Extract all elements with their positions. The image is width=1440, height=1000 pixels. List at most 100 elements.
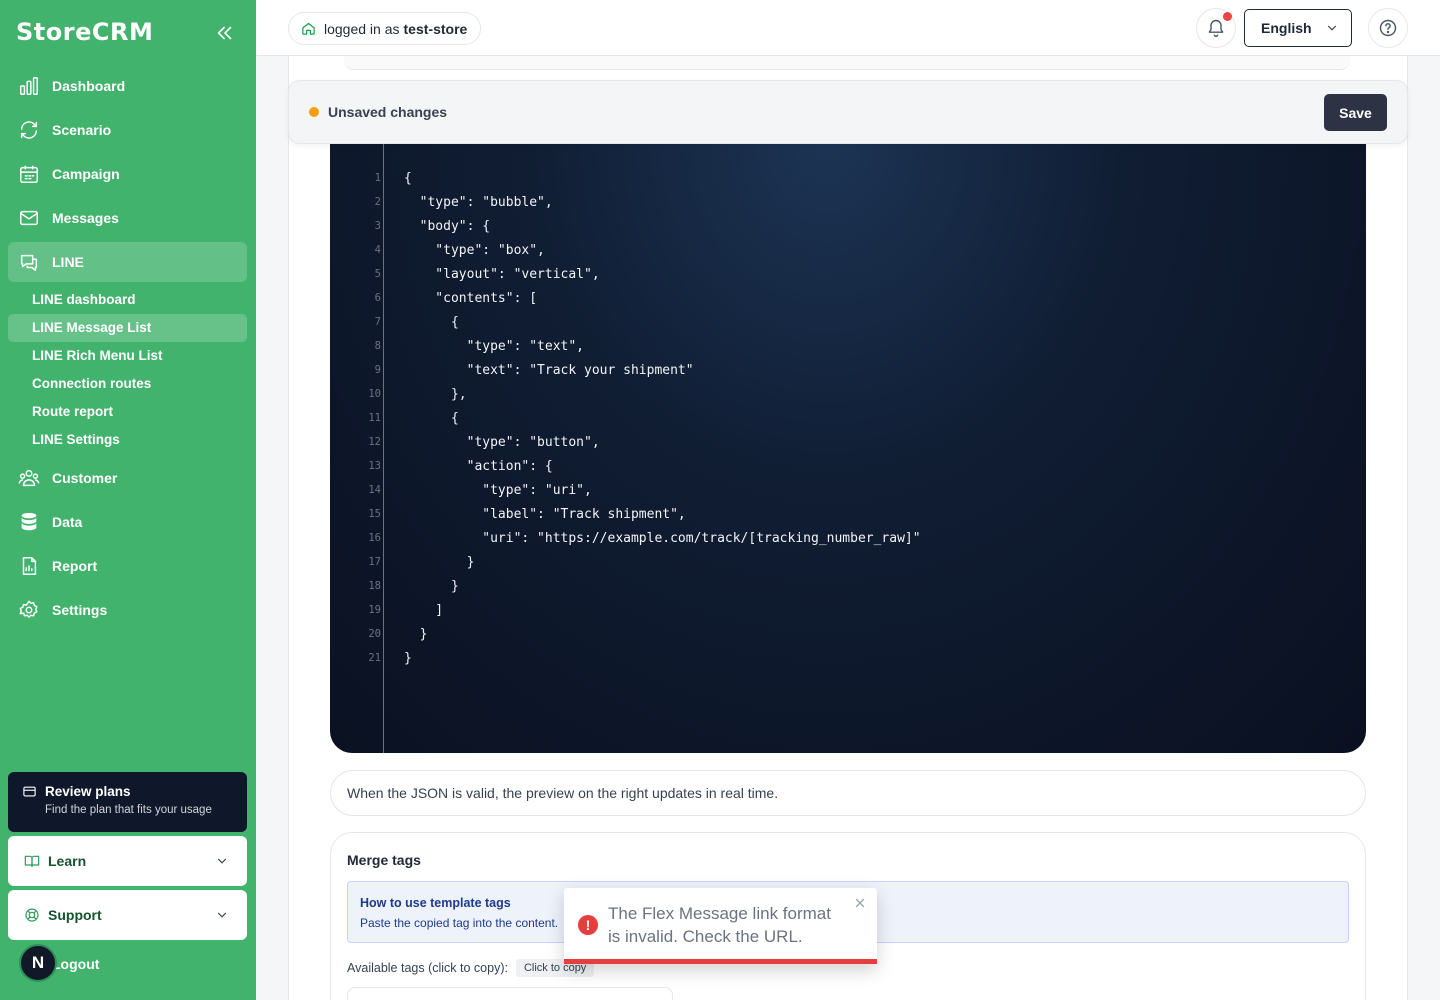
line-number: 16 [368,532,381,544]
code-line: } [404,627,428,642]
learn-accordion[interactable]: Learn [8,836,247,886]
calendar-icon [18,163,40,185]
code-line: } [404,579,459,594]
line-number: 6 [374,292,381,304]
main-nav: Dashboard Scenario Campaign Messages LIN… [8,66,247,634]
line-submenu: LINE dashboard LINE Message List LINE Ri… [8,286,247,454]
sidebar-item-line-rich-menu-list[interactable]: LINE Rich Menu List [8,342,247,370]
json-code-editor[interactable]: 1 2 3 4 5 6 7 8 9 10 11 12 13 14 15 16 17 18 19 20 21 { "typ… [330,144,1366,753]
nav-report[interactable]: Report [8,546,247,586]
code-line: "uri": "https://example.com/track/[track… [404,531,921,546]
review-plans-title: Review plans [45,784,131,799]
nav-dashboard-label: Dashboard [52,78,126,94]
chevron-down-icon [217,912,227,918]
save-button[interactable]: Save [1324,94,1387,131]
nav-messages[interactable]: Messages [8,198,247,238]
line-number: 1 [374,172,381,184]
nav-settings-label: Settings [52,602,108,618]
close-icon[interactable] [853,896,867,910]
nav-line-label: LINE [52,254,84,270]
notifications-button[interactable] [1196,8,1236,48]
sidebar-item-route-report[interactable]: Route report [8,398,247,426]
sidebar-item-connection-routes[interactable]: Connection routes [8,370,247,398]
code-line: { [404,315,459,330]
nav-line[interactable]: LINE [8,242,247,282]
sidebar-item-line-settings[interactable]: LINE Settings [8,426,247,454]
line-number: 10 [368,388,381,400]
learn-label: Learn [48,853,87,869]
code-line: }, [404,387,467,402]
unsaved-changes-bar: Unsaved changes Save [288,80,1408,144]
language-select[interactable]: English [1244,9,1352,47]
nav-customer[interactable]: Customer [8,458,247,498]
line-number: 21 [368,652,381,664]
nav-customer-label: Customer [52,470,118,486]
chevron-down-icon [217,858,227,864]
line-number: 18 [368,580,381,592]
line-number: 8 [374,340,381,352]
merge-tags-title: Merge tags [347,852,421,868]
nav-campaign-label: Campaign [52,166,120,182]
line-number: 14 [368,484,381,496]
preview-hint: When the JSON is valid, the preview on t… [330,770,1366,816]
gear-icon [18,599,40,621]
line-number: 3 [374,220,381,232]
credit-card-icon [23,786,36,797]
code-line: "action": { [404,459,553,474]
logged-in-user: test-store [403,20,468,37]
mail-icon [18,207,40,229]
unsaved-text: Unsaved changes [328,104,448,120]
help-button[interactable] [1368,8,1408,48]
avatar[interactable]: N [19,944,57,982]
line-number: 2 [374,196,381,208]
tag-field[interactable] [347,987,673,1000]
line-number: 9 [374,364,381,376]
nav-scenario[interactable]: Scenario [8,110,247,150]
code-line: "text": "Track your shipment" [404,363,694,378]
logout-link[interactable]: Logout [52,956,99,972]
error-toast-message: The Flex Message link format is invalid.… [608,904,831,946]
users-icon [18,467,40,489]
code-line: { [404,171,412,186]
error-toast: ! The Flex Message link format is invali… [564,888,877,964]
line-number: 17 [368,556,381,568]
language-value: English [1261,20,1312,36]
review-plans-card[interactable]: Review plans Find the plan that fits you… [8,772,247,832]
brand-logo[interactable]: StoreCRM [16,18,153,46]
sidebar-item-line-dashboard[interactable]: LINE dashboard [8,286,247,314]
code-line: } [404,555,475,570]
available-tags-label: Available tags (click to copy): [347,961,508,975]
line-number: 5 [374,268,381,280]
unsaved-dot [309,107,319,117]
support-accordion[interactable]: Support [8,890,247,940]
code-line: "type": "uri", [404,483,592,498]
available-tags-row: Available tags (click to copy): Click to… [347,959,595,977]
top-bar: logged in as test-store English [256,0,1440,56]
sidebar: StoreCRM Dashboard Scenario Campaign Mes… [0,0,256,1000]
book-icon [24,855,40,867]
toast-progress-bar [564,959,877,964]
chevron-down-icon [1327,25,1337,31]
code-line: } [404,651,412,666]
code-line: "type": "box", [404,243,545,258]
collapse-sidebar-icon[interactable] [214,22,236,44]
bar-chart-icon [18,75,40,97]
nav-settings[interactable]: Settings [8,590,247,630]
nav-data-label: Data [52,514,83,530]
sidebar-item-line-message-list[interactable]: LINE Message List [8,314,247,342]
code-line: { [404,411,459,426]
nav-report-label: Report [52,558,98,574]
code-line: "label": "Track shipment", [404,507,686,522]
nav-dashboard[interactable]: Dashboard [8,66,247,106]
code-line: "body": { [404,219,491,234]
nav-data[interactable]: Data [8,502,247,542]
notification-dot [1223,12,1232,21]
database-icon [18,511,40,533]
nav-campaign[interactable]: Campaign [8,154,247,194]
code-line: "layout": "vertical", [404,267,600,282]
error-icon: ! [578,915,598,935]
line-number: 12 [368,436,381,448]
line-number: 13 [368,460,381,472]
support-label: Support [48,907,102,923]
code-line: "contents": [ [404,291,538,306]
